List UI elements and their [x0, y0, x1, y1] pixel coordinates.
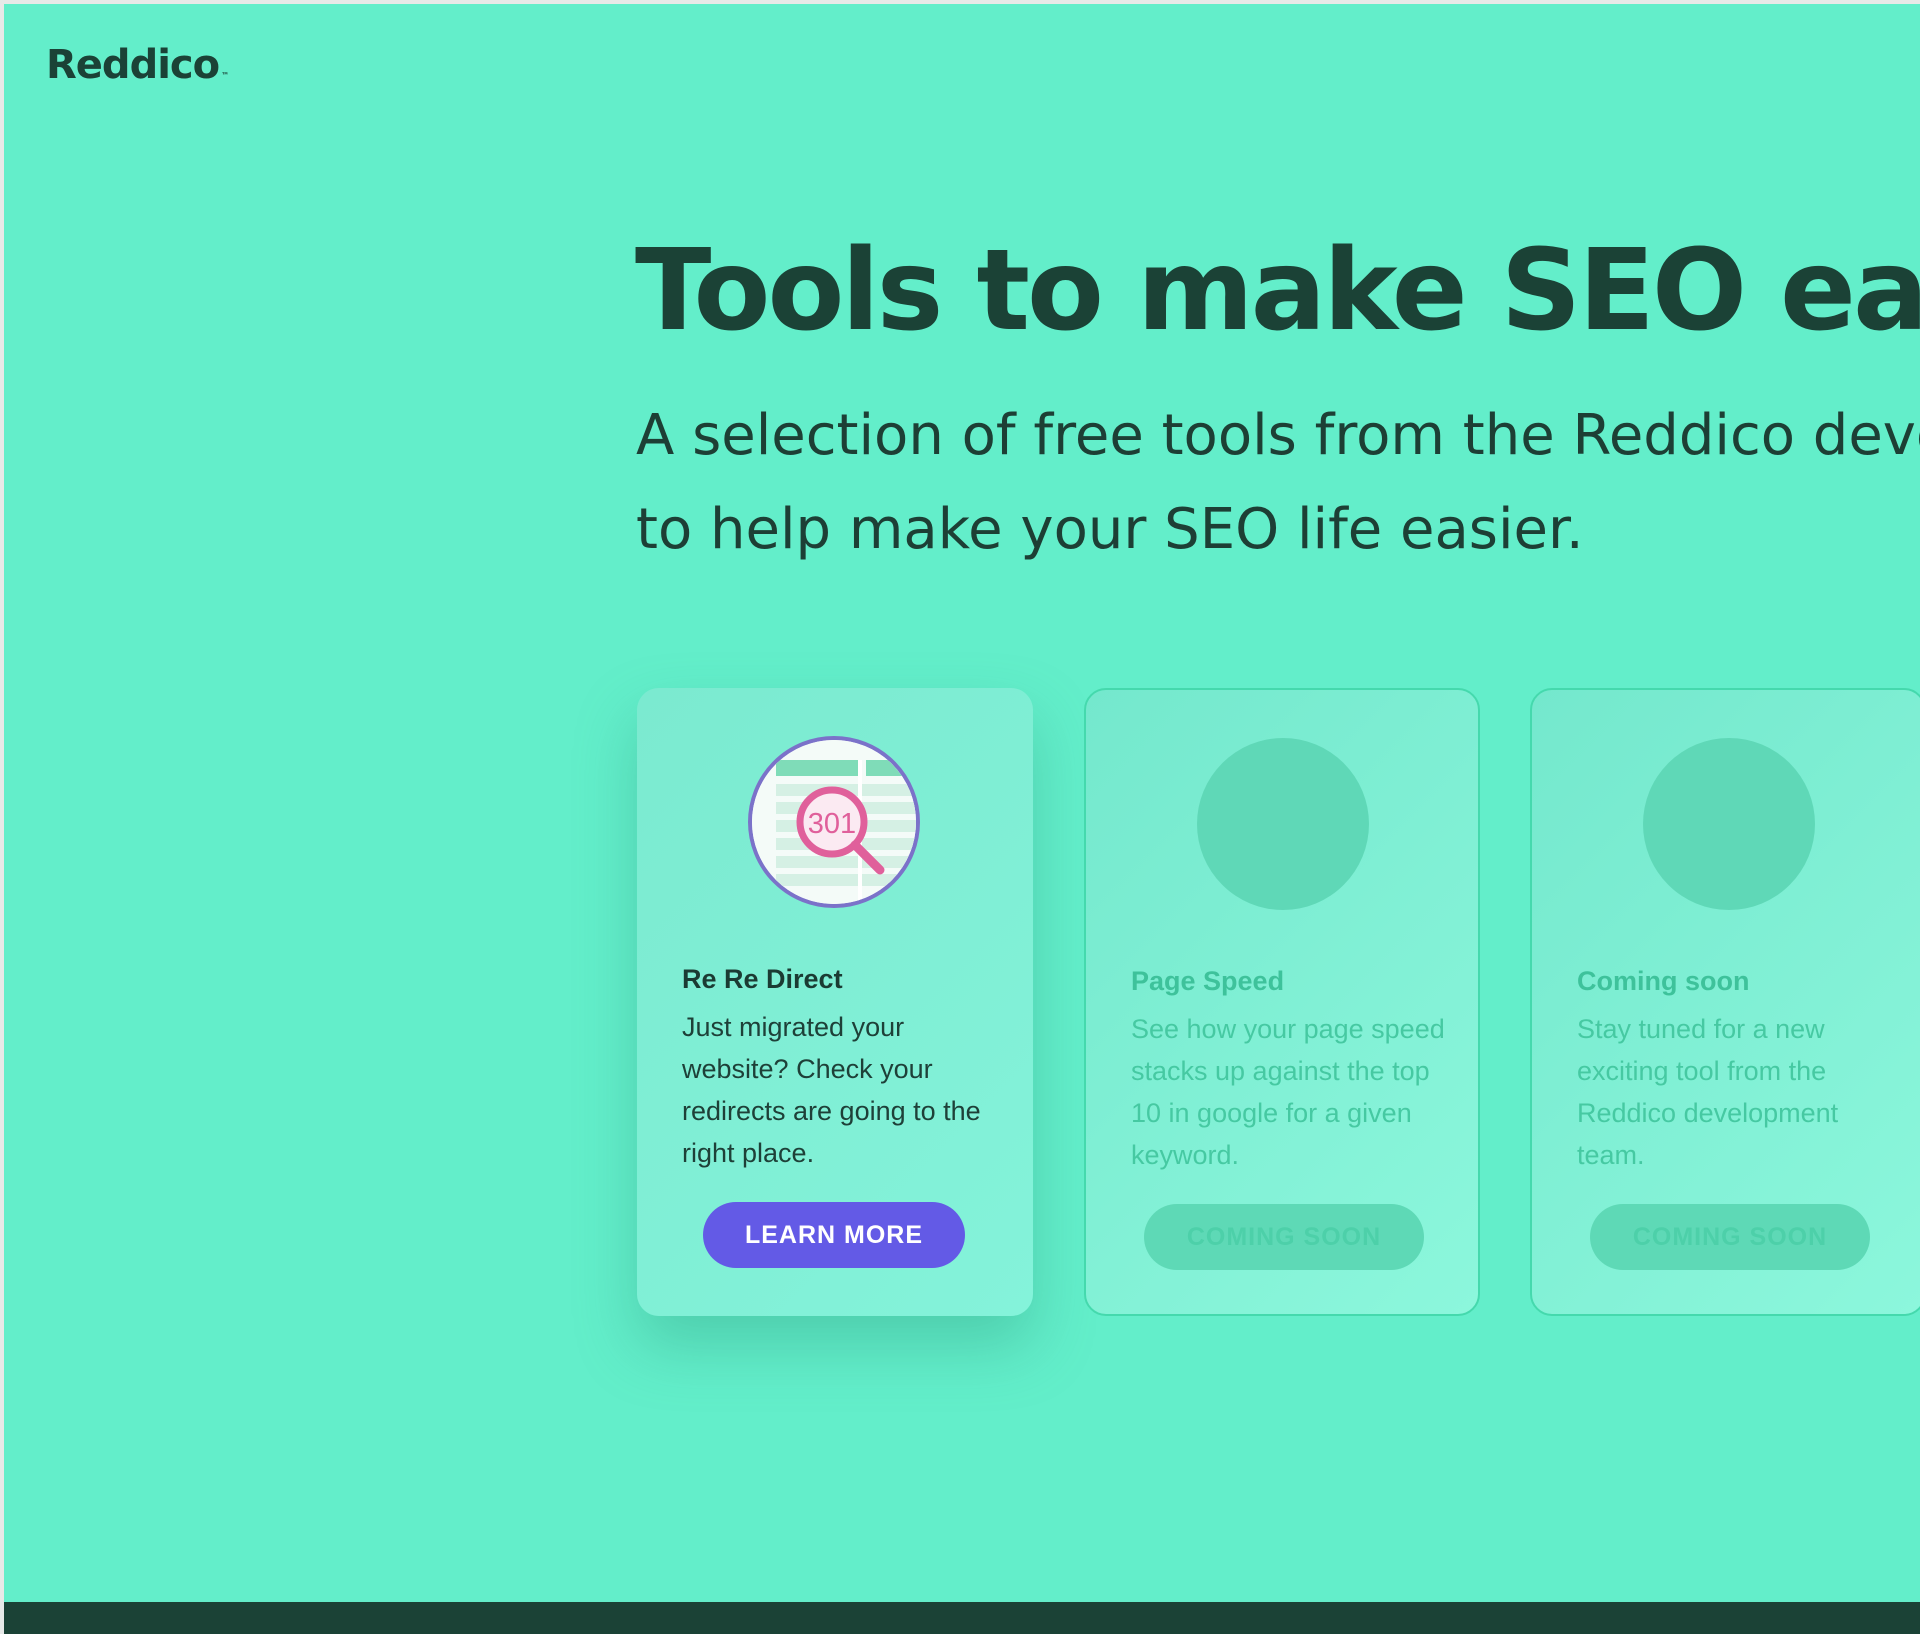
redirect-code-text: 301: [808, 808, 856, 840]
card-description: Stay tuned for a new exciting tool from …: [1577, 1014, 1839, 1170]
footer-bar: [4, 1602, 1920, 1634]
redirect-search-svg: 301: [752, 740, 916, 904]
reddico-logo[interactable]: Reddico ™: [46, 42, 229, 88]
card-title: Page Speed: [1131, 966, 1285, 996]
tool-card-page-speed: Page Speed See how your page speed stack…: [1084, 688, 1480, 1316]
page-headline: Tools to make SEO eas: [635, 226, 1920, 356]
coming-soon-button: COMING SOON: [1590, 1204, 1870, 1270]
trademark-mark: ™: [221, 71, 229, 80]
card-title: Coming soon: [1577, 966, 1750, 996]
tool-card-re-re-direct[interactable]: 301 Re Re Direct Just migrated your webs…: [637, 688, 1033, 1316]
placeholder-circle-icon: [1643, 738, 1815, 910]
learn-more-button[interactable]: LEARN MORE: [703, 1202, 965, 1268]
subtitle-line-1: A selection of free tools from the Reddi…: [636, 403, 1920, 468]
card-title: Re Re Direct: [682, 964, 843, 994]
subtitle-line-2: to help make your SEO life easier.: [636, 497, 1584, 562]
placeholder-circle-icon: [1197, 738, 1369, 910]
card-description: See how your page speed stacks up agains…: [1131, 1014, 1445, 1170]
redirect-search-icon: 301: [748, 736, 920, 908]
coming-soon-button: COMING SOON: [1144, 1204, 1424, 1270]
page: Reddico ™ Tools to make SEO eas A selecti…: [4, 4, 1920, 1634]
logo-text: Reddico: [46, 42, 220, 88]
hero-subtitle: A selection of free tools from the Reddi…: [636, 389, 1920, 577]
card-description: Just migrated your website? Check your r…: [682, 1012, 981, 1168]
tool-card-coming-soon: Coming soon Stay tuned for a new excitin…: [1530, 688, 1920, 1316]
